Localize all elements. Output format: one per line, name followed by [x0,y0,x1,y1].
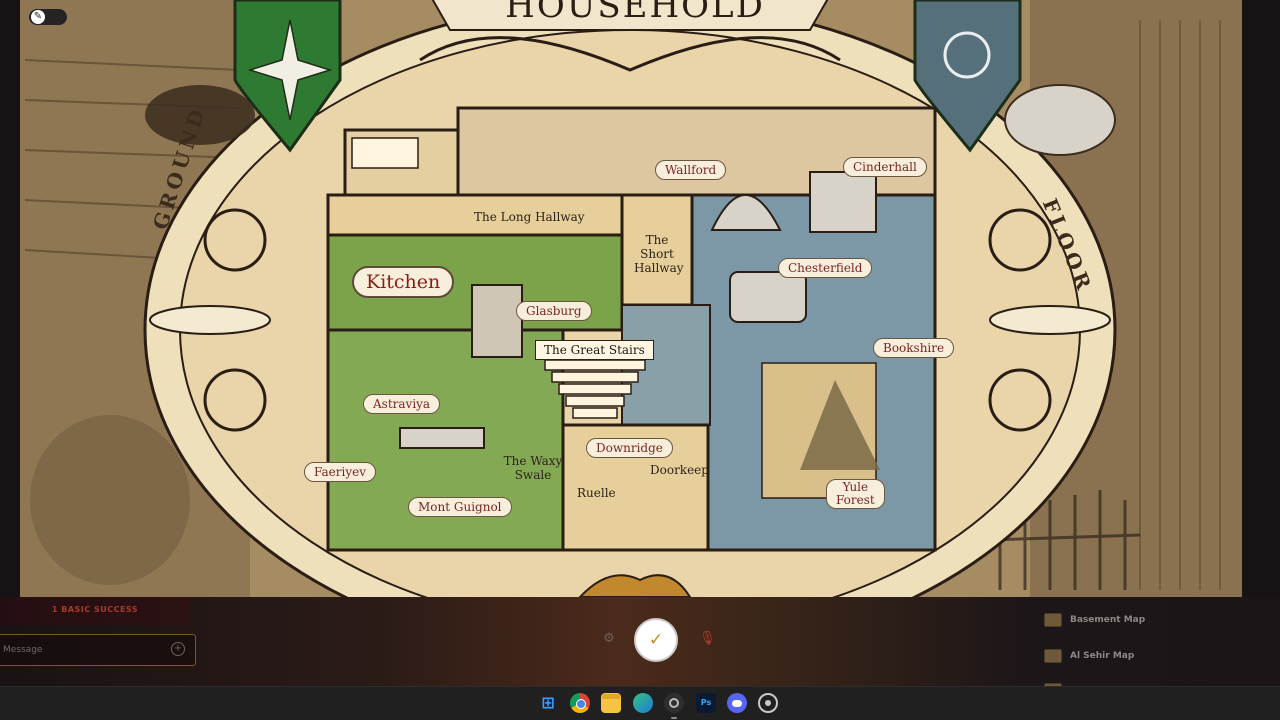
map-list-item[interactable] [1044,679,1234,686]
message-input[interactable] [1,641,165,659]
room-label-yule-forest[interactable]: Yule Forest [826,479,885,509]
room-label-long-hallway[interactable]: The Long Hallway [474,210,585,224]
map-title: HOUSEHOLD [505,0,765,26]
room-label-waxy-swale[interactable]: The Waxy Swale [502,454,564,482]
room-label-downridge[interactable]: Downridge [586,438,673,458]
map-thumbnail [1044,613,1062,627]
photoshop-icon[interactable]: Ps [696,693,716,713]
edge-icon[interactable] [633,693,653,713]
room-label-ruelle[interactable]: Ruelle [577,486,616,500]
add-attachment-icon[interactable]: + [171,642,185,656]
confirm-button[interactable]: ✓ [634,618,678,662]
left-edge-bar [0,0,20,597]
room-label-great-stairs[interactable]: The Great Stairs [535,340,654,360]
waxy-swale-line-1: The Waxy [503,454,563,468]
steam-icon[interactable] [758,693,778,713]
room-label-astraviya[interactable]: Astraviya [363,394,441,414]
map-viewer[interactable]: HOUSEHOLD GROUND FLOOR Wallford Cinderha… [0,0,1280,597]
session-panel: 1 BASIC SUCCESS + ⚙ ✓ 🎙 Basement Map Al … [0,597,1280,686]
room-label-glasburg[interactable]: Glasburg [516,301,592,321]
room-label-mont-guignol[interactable]: Mont Guignol [408,497,512,517]
start-icon[interactable]: ⊞ [538,693,558,713]
map-list-item-basement[interactable]: Basement Map [1044,609,1234,631]
file-explorer-icon[interactable] [601,693,621,713]
check-icon: ✓ [648,630,664,650]
room-label-short-hallway[interactable]: The Short Hallway [634,233,684,275]
room-label-kitchen[interactable]: Kitchen [352,266,455,298]
room-label-wallford[interactable]: Wallford [655,160,727,180]
room-label-doorkeep[interactable]: Doorkeep [650,463,709,477]
yule-forest-line-2: Forest [836,493,875,507]
app-icon[interactable] [664,693,684,713]
map-thumbnail [1044,649,1062,663]
gear-icon[interactable]: ⚙ [601,631,617,647]
mic-muted-icon[interactable]: 🎙 [699,630,716,648]
room-label-bookshire[interactable]: Bookshire [873,338,955,358]
short-hallway-line-2: Short [640,247,674,261]
room-label-chesterfield[interactable]: Chesterfield [778,258,873,278]
room-label-faeriyev[interactable]: Faeriyev [304,462,377,482]
map-list-item-label: Basement Map [1070,615,1146,625]
map-list-item-label: Al Sehir Map [1070,651,1135,661]
right-edge-bar [1242,0,1280,597]
discord-icon[interactable] [727,693,747,713]
short-hallway-line-1: The [645,233,669,247]
room-label-cinderhall[interactable]: Cinderhall [843,157,927,177]
windows-taskbar: ⊞ Ps [0,686,1280,720]
pen-icon: ✎ [31,10,45,24]
short-hallway-line-3: Hallway [634,261,684,275]
chrome-icon[interactable] [570,693,590,713]
map-list-item-al-sehir[interactable]: Al Sehir Map [1044,645,1234,667]
roll-result-banner: 1 BASIC SUCCESS [0,597,190,625]
active-indicator [671,717,677,719]
household-map [20,0,1242,597]
waxy-swale-line-2: Swale [514,468,552,482]
viewer-tool-toggle[interactable]: ✎ [29,9,67,25]
message-box[interactable]: + [0,634,196,666]
